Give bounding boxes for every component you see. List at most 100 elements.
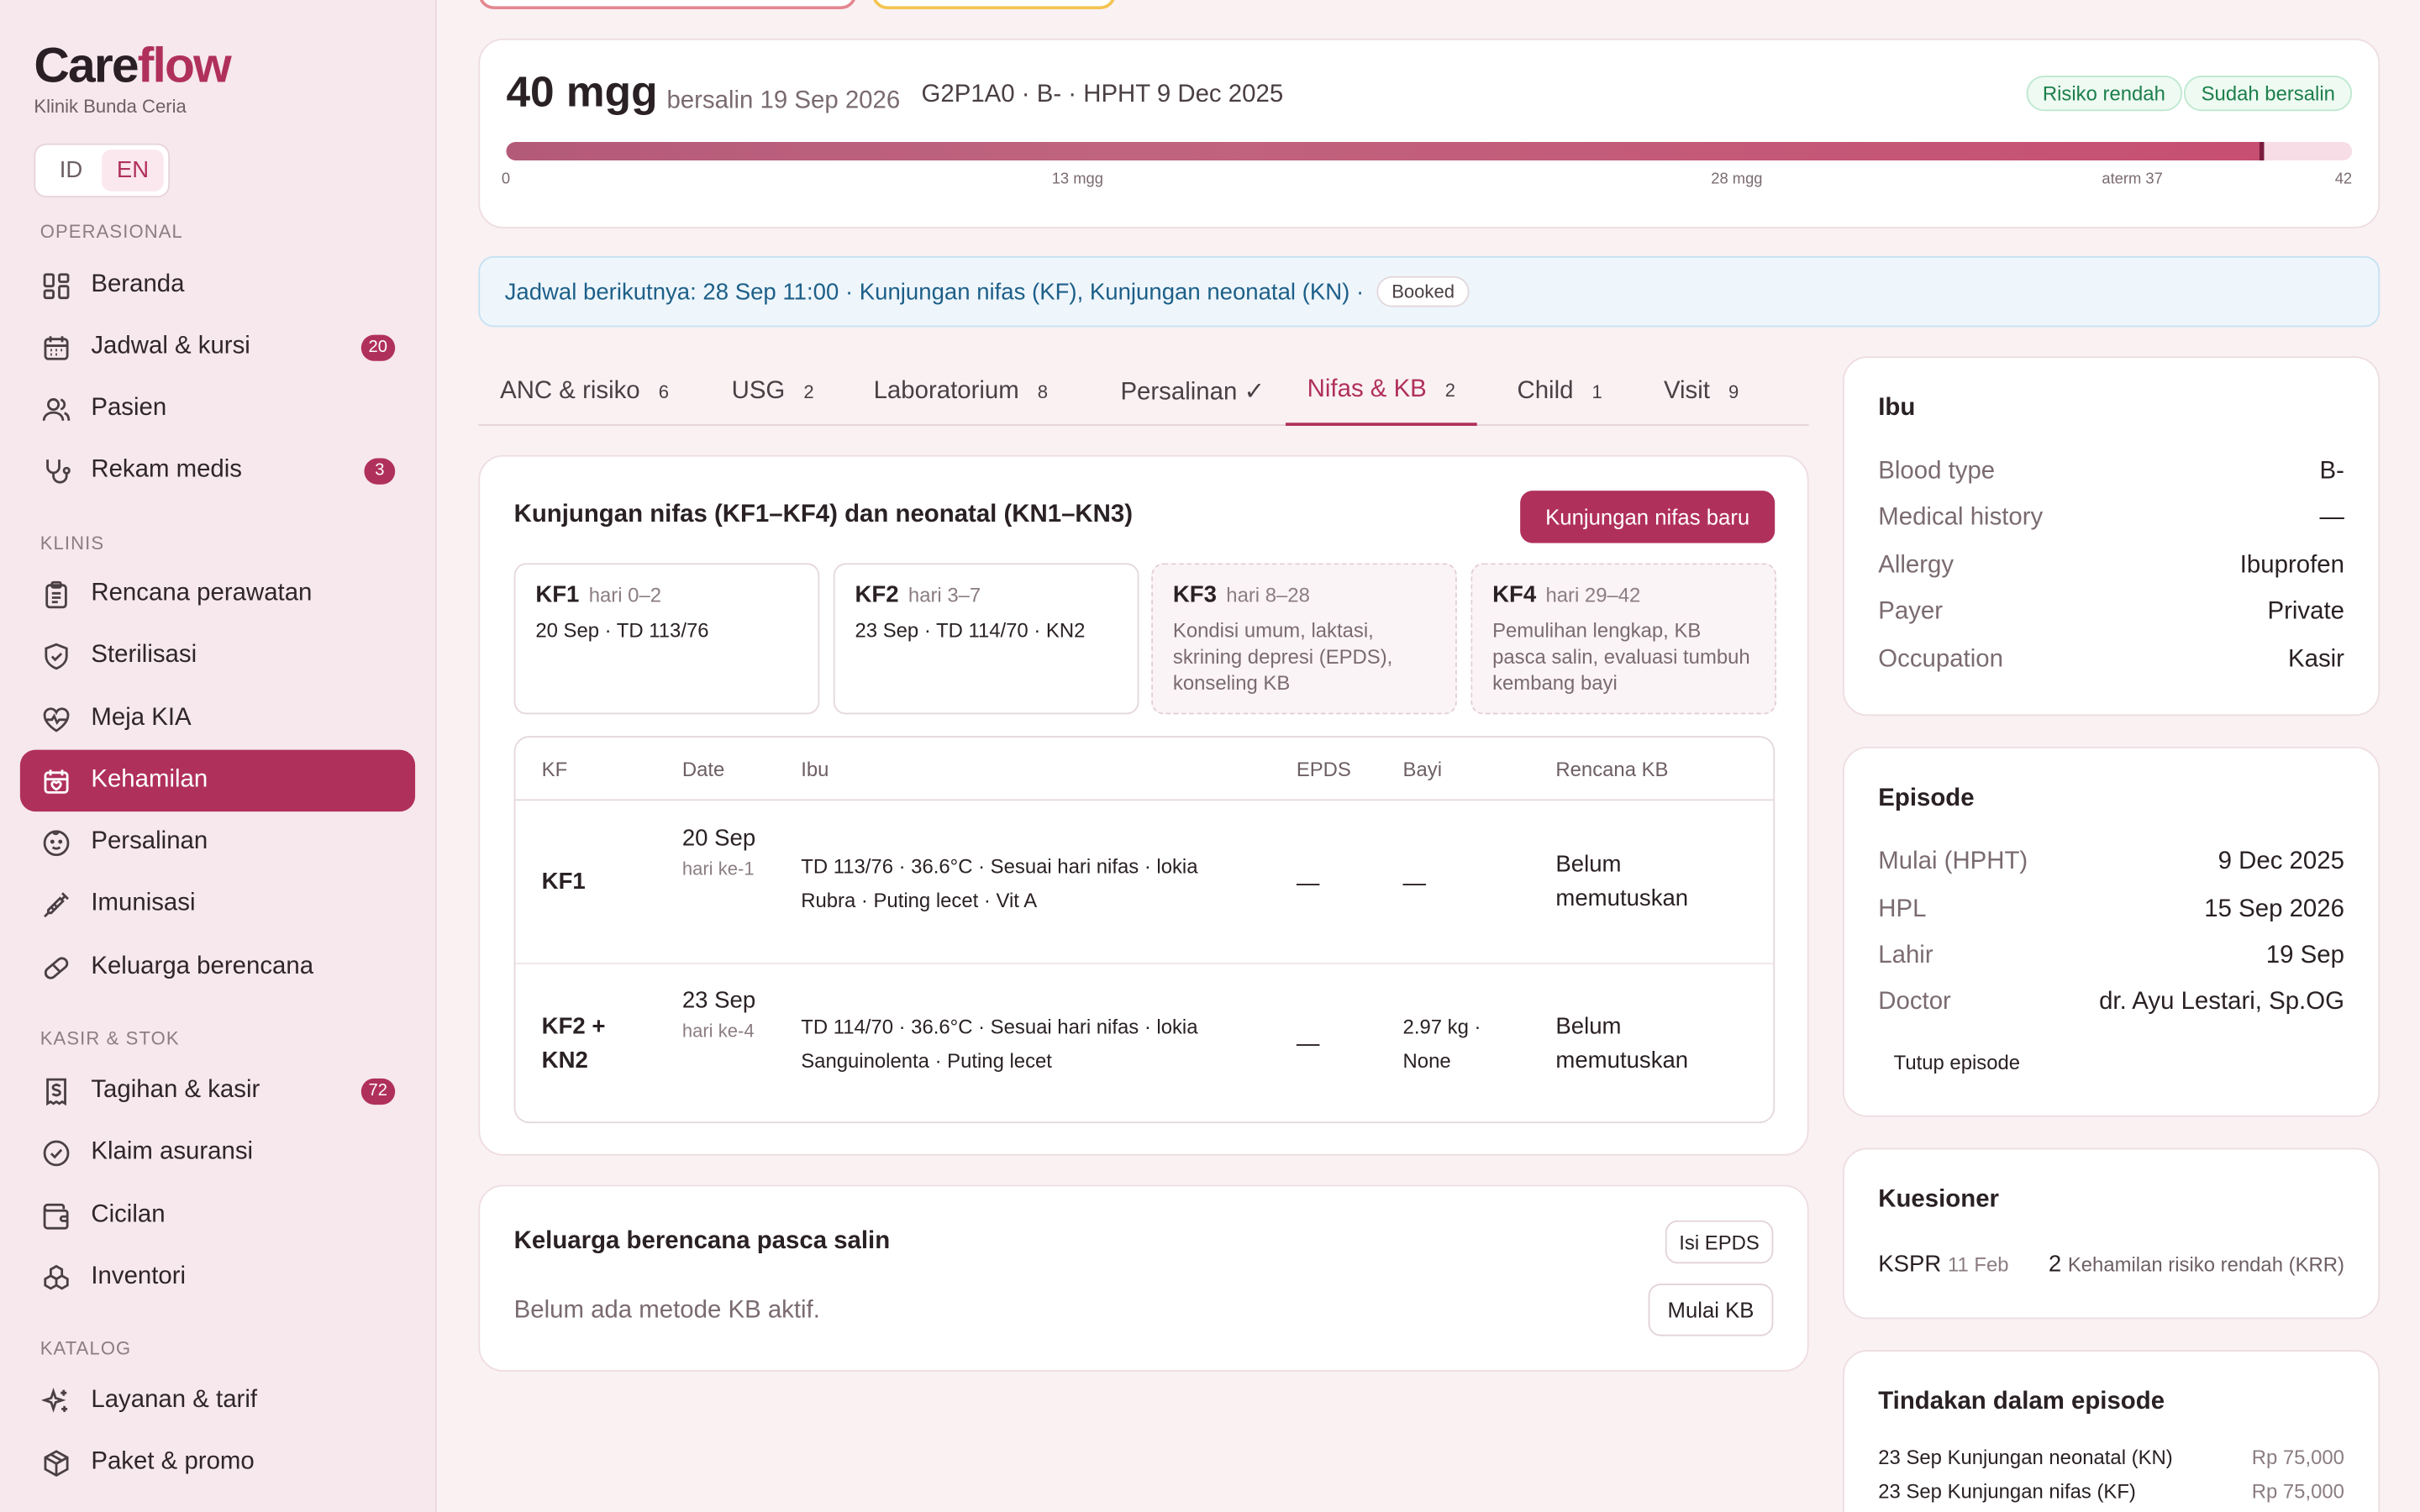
nav-item-inventori[interactable]: Inventori [20, 1247, 415, 1308]
nav-label: Inventori [91, 1263, 187, 1290]
nav-label: Rencana perawatan [91, 580, 313, 606]
nav-label: Rekam medis [91, 456, 243, 483]
nav-section-kasir-stok: KASIR & STOK [39, 1027, 180, 1049]
grid-icon [40, 270, 71, 301]
tab-usg[interactable]: USG 2 [710, 358, 835, 426]
package-icon [40, 1447, 71, 1478]
nav-item-paket-promo[interactable]: Paket & promo [20, 1431, 415, 1493]
tab-nifas-kb[interactable]: Nifas & KB 2 [1285, 358, 1477, 426]
nav-item-layanan-tarif[interactable]: Layanan & tarif [20, 1370, 415, 1431]
nav-item-persalinan[interactable]: Persalinan [20, 811, 415, 873]
questionnaire-result: 2 Kehamilan risiko rendah (KRR) [2048, 1251, 2344, 1278]
nav-item-rekam-medis[interactable]: Rekam medis 3 [20, 439, 415, 501]
kb-card: Keluarga berencana pasca salin Isi EPDS … [478, 1184, 1809, 1372]
nav-item-keluarga-berencana[interactable]: Keluarga berencana [20, 937, 415, 998]
procedure-price: Rp 75,000 [2251, 1445, 2344, 1469]
risk-badge: Risiko rendah [2025, 75, 2183, 112]
kb-empty-text: Belum ada metode KB aktif. [513, 1297, 820, 1324]
nifas-visits-card: Kunjungan nifas (KF1–KF4) dan neonatal (… [478, 454, 1809, 1156]
kf2-card[interactable]: KF2 hari 3–7 23 Sep · TD 114/70 · KN2 [833, 563, 1139, 715]
nav-item-jadwal[interactable]: Jadwal & kursi 20 [20, 317, 415, 378]
column-header: Rencana KB [1555, 757, 1669, 781]
nav-label: Persalinan [91, 828, 208, 855]
info-label: Payer [1878, 598, 1944, 625]
nav-item-rencana-perawatan[interactable]: Rencana perawatan [20, 563, 415, 624]
start-kb-button[interactable]: Mulai KB [1648, 1284, 1774, 1336]
info-label: Mulai (HPHT) [1878, 848, 2028, 875]
next-schedule-banner[interactable]: Jadwal berikutnya: 28 Sep 11:00 · Kunjun… [478, 255, 2381, 328]
check-circle-icon [40, 1137, 71, 1168]
header-divider [515, 799, 1774, 801]
tab-persalinan[interactable]: Persalinan ✓ [1099, 358, 1286, 426]
nav-item-tagihan-kasir[interactable]: Tagihan & kasir 72 [20, 1060, 415, 1121]
brand[interactable]: Careflow Klinik Bunda Ceria [34, 37, 231, 118]
row-date: 23 Sep hari ke-4 [681, 987, 756, 1042]
info-value: 15 Sep 2026 [2204, 896, 2344, 923]
top-card-stub [478, 0, 857, 10]
nav-label: Imunisasi [91, 890, 196, 916]
kf1-card[interactable]: KF1 hari 0–2 20 Sep · TD 113/76 [513, 563, 820, 715]
nav-item-sterilisasi[interactable]: Sterilisasi [20, 625, 415, 686]
card-title: Tindakan dalam episode [1878, 1389, 2165, 1415]
tab-anc-risiko[interactable]: ANC & risiko 6 [478, 358, 690, 426]
questionnaire-card: Kuesioner KSPR 11 Feb 2 Kehamilan risiko… [1843, 1147, 2381, 1320]
procedure-label: 23 Sep Kunjungan neonatal (KN) [1878, 1445, 2173, 1469]
clinic-name: Klinik Bunda Ceria [34, 95, 187, 118]
fill-epds-button[interactable]: Isi EPDS [1665, 1220, 1774, 1264]
info-label: HPL [1878, 896, 1927, 923]
info-value: Kasir [2287, 646, 2344, 673]
tab-child[interactable]: Child 1 [1496, 358, 1624, 426]
stethoscope-icon [40, 455, 71, 486]
lang-en-button[interactable]: EN [102, 150, 164, 192]
column-header: Ibu [801, 757, 829, 781]
info-value: 9 Dec 2025 [2217, 848, 2344, 875]
sidebar: Careflow Klinik Bunda Ceria ID EN OPERAS… [0, 0, 437, 1512]
clipboard-icon [40, 579, 71, 610]
brand-logo: Careflow [34, 37, 231, 93]
gestation-tick-label: 13 mgg [1051, 171, 1103, 189]
wallet-icon [40, 1200, 71, 1231]
nav-label: Meja KIA [91, 705, 192, 732]
status-badge: Sudah bersalin [2184, 75, 2353, 112]
nav-label: Pasien [91, 395, 167, 422]
nav-section-klinis: KLINIS [39, 532, 105, 554]
tab-visit[interactable]: Visit 9 [1642, 358, 1760, 426]
tab-laboratorium[interactable]: Laboratorium 8 [852, 358, 1070, 426]
heart-pulse-icon [40, 704, 71, 735]
column-header: EPDS [1296, 757, 1351, 781]
nav-label: Kehamilan [91, 766, 208, 794]
calendar-heart-icon [40, 765, 71, 796]
row-kf: KF2 + KN2 [541, 1013, 606, 1074]
info-value: 19 Sep [2265, 942, 2344, 969]
nav-item-pasien[interactable]: Pasien [20, 378, 415, 439]
column-header: Date [681, 757, 725, 781]
nav-item-kehamilan[interactable]: Kehamilan [19, 749, 416, 812]
pill-icon [40, 952, 71, 983]
new-nifas-visit-button[interactable]: Kunjungan nifas baru [1520, 491, 1776, 543]
nifas-visits-table: KF Date Ibu EPDS Bayi Rencana KB KF1 20 … [513, 736, 1776, 1124]
info-value: — [2319, 504, 2344, 531]
baby-icon [40, 827, 71, 858]
nav-item-klaim-asuransi[interactable]: Klaim asuransi [20, 1121, 415, 1183]
nav-item-imunisasi[interactable]: Imunisasi [20, 874, 415, 935]
card-title: Kuesioner [1878, 1186, 1999, 1213]
nav-item-beranda[interactable]: Beranda [20, 255, 415, 316]
info-value: Ibuprofen [2239, 552, 2344, 579]
procedure-price: Rp 75,000 [2251, 1479, 2344, 1503]
row-epds: — [1296, 869, 1320, 897]
kf3-card[interactable]: KF3 hari 8–28 Kondisi umum, laktasi, skr… [1151, 563, 1457, 715]
booking-status-badge: Booked [1376, 276, 1470, 307]
lang-id-button[interactable]: ID [40, 150, 102, 192]
nav-item-meja-kia[interactable]: Meja KIA [20, 688, 415, 749]
row-kb: Belum memutuskan [1555, 1013, 1689, 1074]
nav-label: Cicilan [91, 1201, 166, 1229]
kf4-card[interactable]: KF4 hari 29–42 Pemulihan lengkap, KB pas… [1470, 563, 1777, 715]
count-badge: 20 [360, 333, 396, 360]
gestation-tick-label: 0 [501, 171, 511, 189]
close-episode-button[interactable]: Tutup episode [1894, 1051, 2020, 1074]
nav-item-cicilan[interactable]: Cicilan [20, 1185, 415, 1247]
gestation-tick-label: 28 mgg [1711, 171, 1763, 189]
row-bayi: 2.97 kg · None [1402, 1015, 1481, 1073]
obstetric-code: G2P1A0 · B- · HPHT 9 Dec 2025 [921, 81, 1284, 108]
gestation-tick-label: aterm 37 [2102, 171, 2163, 189]
